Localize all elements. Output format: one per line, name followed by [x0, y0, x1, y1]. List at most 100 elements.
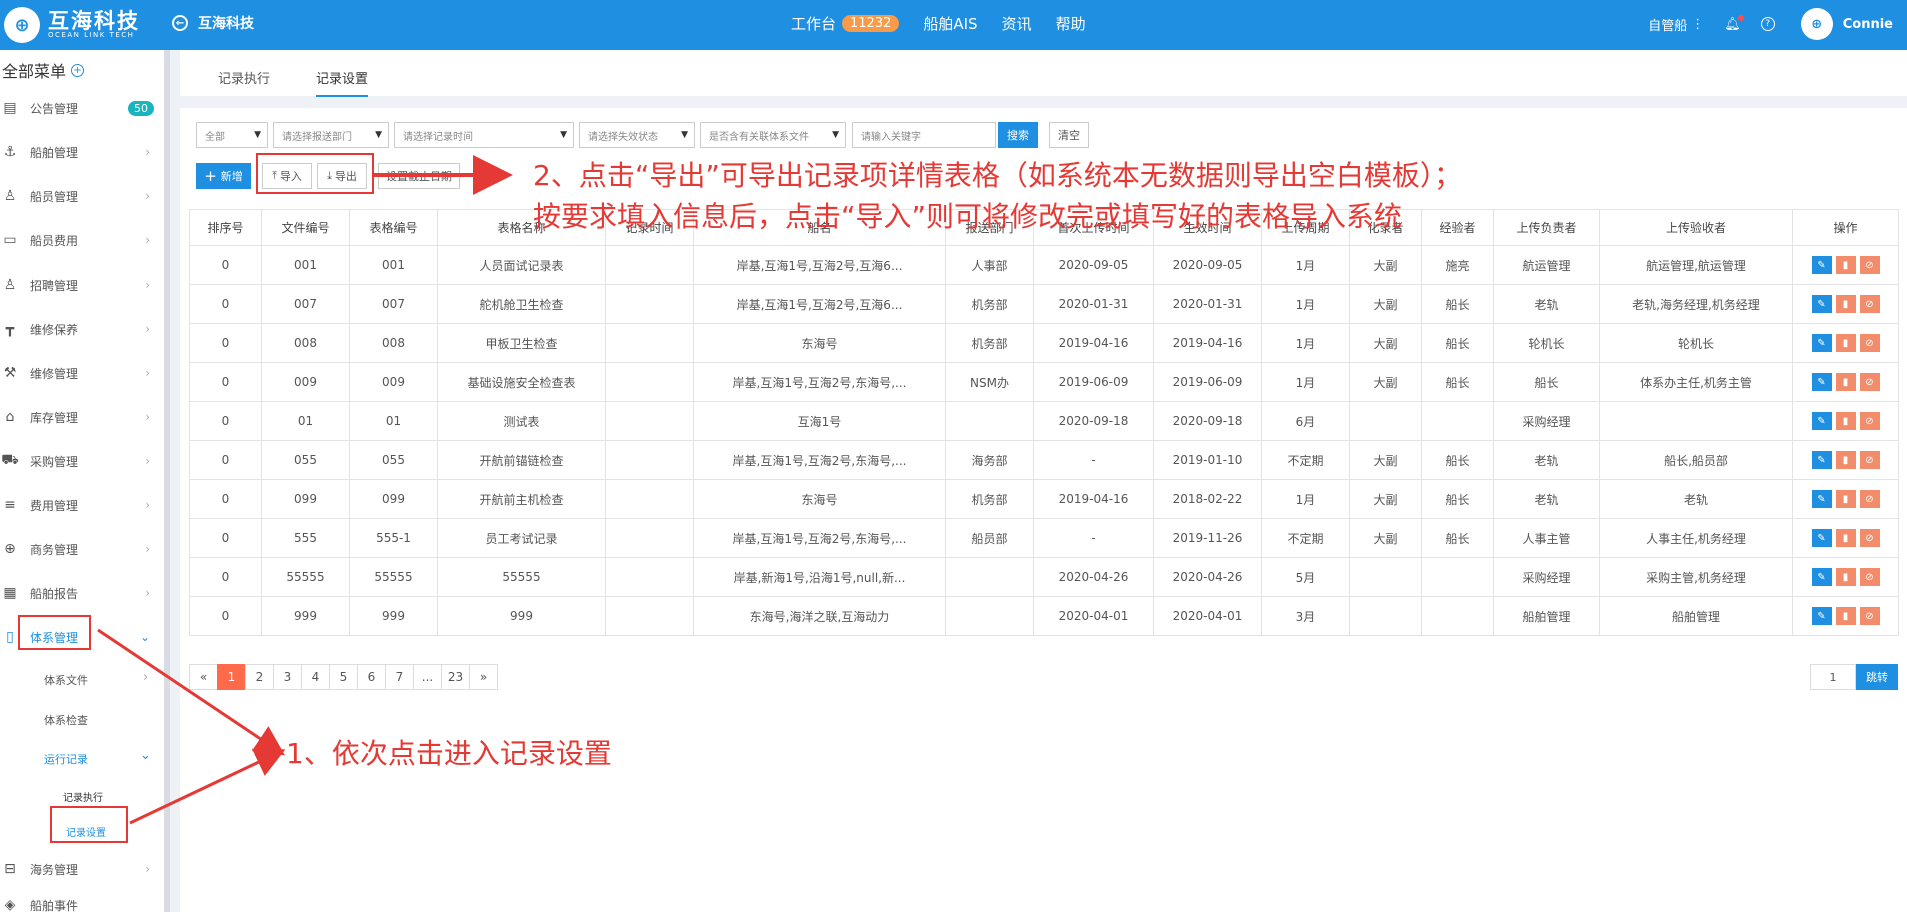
clear-button[interactable]: 清空: [1049, 122, 1089, 148]
help-button[interactable]: ?: [1760, 17, 1775, 31]
table-row[interactable]: 0 999 999 999 东海号,海洋之联,互海动力 2020-04-01 2020-04…: [189, 596, 1899, 636]
search-button[interactable]: 搜索: [998, 122, 1038, 148]
delete-icon[interactable]: ▮: [1835, 373, 1856, 391]
sidebar-sub-run[interactable]: 运行记录: [44, 751, 88, 767]
disable-icon[interactable]: ⊘: [1859, 607, 1880, 625]
sidebar-item-crew[interactable]: ♙ 船员管理 ›: [0, 185, 164, 207]
tab-record-exec[interactable]: 记录执行: [218, 68, 270, 87]
edit-icon[interactable]: ✎: [1811, 256, 1832, 274]
dept-select[interactable]: 请选择报送部门 ▼: [273, 122, 389, 148]
clipboard-icon: ▯: [6, 629, 14, 645]
sidebar-item-purchase[interactable]: ⛟︎ 采购管理 ›: [0, 450, 164, 472]
delete-icon[interactable]: ▮: [1835, 490, 1856, 508]
delete-icon[interactable]: ▮: [1835, 256, 1856, 274]
page-button[interactable]: 1: [217, 664, 246, 690]
ship-mode-select[interactable]: 自管船 ⋮: [1648, 15, 1704, 34]
notification-button[interactable]: 🔔︎: [1724, 14, 1744, 32]
sidebar-item-event[interactable]: ◈ 船舶事件: [0, 898, 164, 912]
edit-icon[interactable]: ✎: [1811, 607, 1832, 625]
disable-icon[interactable]: ⊘: [1859, 412, 1880, 430]
table-row[interactable]: 0 55555 55555 55555 岸基,新海1号,沿海1号,null,新... 20…: [189, 557, 1899, 597]
table-row[interactable]: 0 055 055 开航前锚链检查 岸基,互海1号,互海2号,东海号,... 海务部 -20…: [189, 440, 1899, 480]
sidebar-item-recruit[interactable]: ♙ 招聘管理 ›: [0, 274, 164, 296]
sidebar-item-report[interactable]: ▦ 船舶报告 ›: [0, 582, 164, 604]
sidebar-item-label: 海务管理: [30, 862, 79, 877]
table-row[interactable]: 0 009 009 基础设施安全检查表 岸基,互海1号,互海2号,东海号,... NSM办…: [189, 362, 1899, 402]
sidebar-item-notice[interactable]: ▤ 公告管理 50: [0, 97, 164, 119]
sidebar-item-repair[interactable]: ⚒︎ 维修管理 ›: [0, 362, 164, 384]
disable-icon[interactable]: ⊘: [1859, 256, 1880, 274]
edit-icon[interactable]: ✎: [1811, 490, 1832, 508]
disable-icon[interactable]: ⊘: [1859, 373, 1880, 391]
edit-icon[interactable]: ✎: [1811, 334, 1832, 352]
disable-icon[interactable]: ⊘: [1859, 490, 1880, 508]
page-button[interactable]: 7: [385, 664, 414, 690]
sidebar-sub-exec[interactable]: 记录执行: [63, 789, 103, 804]
page-jump-button[interactable]: 跳转: [1856, 664, 1898, 690]
delete-icon[interactable]: ▮: [1835, 529, 1856, 547]
edit-icon[interactable]: ✎: [1811, 373, 1832, 391]
add-button[interactable]: + 新增: [196, 163, 251, 189]
nav-workbench[interactable]: 工作台 11232: [791, 13, 900, 34]
table-row[interactable]: 0 01 01 测试表 互海1号 2020-09-18 2020-09-18 6月 采购经理 ✎ ▮…: [189, 401, 1899, 441]
nav-help[interactable]: 帮助: [1056, 13, 1086, 34]
table-row[interactable]: 0 007 007 舵机舱卫生检查 岸基,互海1号,互海2号,互海6... 机务部 2020…: [189, 284, 1899, 324]
user-menu[interactable]: ⊕ Connie: [1800, 8, 1893, 40]
delete-icon[interactable]: ▮: [1835, 412, 1856, 430]
annotation-step2-line1: 2、点击“导出”可导出记录项详情表格（如系统本无数据则导出空白模板）；: [533, 159, 1462, 192]
delete-icon[interactable]: ▮: [1835, 607, 1856, 625]
time-select[interactable]: 请选择记录时间 ▼: [394, 122, 574, 148]
page-button[interactable]: 4: [301, 664, 330, 690]
edit-icon[interactable]: ✎: [1811, 568, 1832, 586]
disable-icon[interactable]: ⊘: [1859, 295, 1880, 313]
delete-icon[interactable]: ▮: [1835, 451, 1856, 469]
status-select[interactable]: 请选择失效状态 ▼: [579, 122, 695, 148]
page-next-button[interactable]: »: [469, 664, 498, 690]
page-button[interactable]: 23: [441, 664, 470, 690]
disable-icon[interactable]: ⊘: [1859, 334, 1880, 352]
edit-icon[interactable]: ✎: [1811, 295, 1832, 313]
keyword-input[interactable]: 请输入关键字: [852, 122, 996, 148]
table-row[interactable]: 0 001 001 人员面试记录表 岸基,互海1号,互海2号,互海6... 人事部 2020…: [189, 245, 1899, 285]
disable-icon[interactable]: ⊘: [1859, 568, 1880, 586]
sidebar-item-maintenance[interactable]: ┳ 维修保养 ›: [0, 318, 164, 340]
edit-icon[interactable]: ✎: [1811, 412, 1832, 430]
table-row[interactable]: 0 099 099 开航前主机检查 东海号 机务部 2019-04-16 2018-02-22…: [189, 479, 1899, 519]
table-cell: 老轨: [1599, 479, 1793, 519]
delete-icon[interactable]: ▮: [1835, 334, 1856, 352]
table-row[interactable]: 0 555 555-1 员工考试记录 岸基,互海1号,互海2号,东海号,... 船员部 -2…: [189, 518, 1899, 558]
disable-icon[interactable]: ⊘: [1859, 529, 1880, 547]
table-cell: 2020-09-05: [1033, 245, 1154, 285]
page-button[interactable]: 3: [273, 664, 302, 690]
add-circle-icon[interactable]: +: [71, 63, 85, 77]
page-button[interactable]: 2: [245, 664, 274, 690]
edit-icon[interactable]: ✎: [1811, 529, 1832, 547]
set-deadline-button[interactable]: 设置截止日期: [378, 163, 460, 189]
sidebar-item-business[interactable]: ⊕ 商务管理 ›: [0, 538, 164, 560]
delete-icon[interactable]: ▮: [1835, 568, 1856, 586]
page-button[interactable]: 6: [357, 664, 386, 690]
table-cell: 不定期: [1261, 440, 1350, 480]
logo[interactable]: ⊕ 互海科技 OCEAN LINK TECH: [0, 6, 140, 44]
page-prev-button[interactable]: «: [189, 664, 218, 690]
sidebar-item-stock[interactable]: ⌂ 库存管理 ›: [0, 406, 164, 428]
page-button[interactable]: 5: [329, 664, 358, 690]
tab-record-settings[interactable]: 记录设置: [316, 68, 369, 97]
scope-select[interactable]: 全部 ▼: [196, 122, 268, 148]
nav-ais[interactable]: 船舶AIS: [923, 13, 977, 34]
page-button[interactable]: ...: [413, 664, 442, 690]
nav-news[interactable]: 资讯: [1002, 13, 1032, 34]
sidebar-item-expense[interactable]: ≡ 费用管理 ›: [0, 494, 164, 516]
sidebar-item-marine[interactable]: ⊟ 海务管理 ›: [0, 858, 164, 880]
sidebar-item-ship[interactable]: ⚓︎ 船舶管理 ›: [0, 141, 164, 163]
back-button[interactable]: ← 互海科技: [172, 13, 254, 33]
table-row[interactable]: 0 008 008 甲板卫生检查 东海号 机务部 2019-04-16 2019-04-16 1…: [189, 323, 1899, 363]
sidebar-sub-docs[interactable]: 体系文件: [44, 672, 88, 688]
edit-icon[interactable]: ✎: [1811, 451, 1832, 469]
sidebar-sub-check[interactable]: 体系检查: [44, 712, 88, 728]
delete-icon[interactable]: ▮: [1835, 295, 1856, 313]
linked-file-select[interactable]: 是否含有关联体系文件 ▼: [700, 122, 846, 148]
page-jump-input[interactable]: 1: [1810, 664, 1856, 690]
disable-icon[interactable]: ⊘: [1859, 451, 1880, 469]
sidebar-item-crew-cost[interactable]: ▭ 船员费用 ›: [0, 229, 164, 251]
